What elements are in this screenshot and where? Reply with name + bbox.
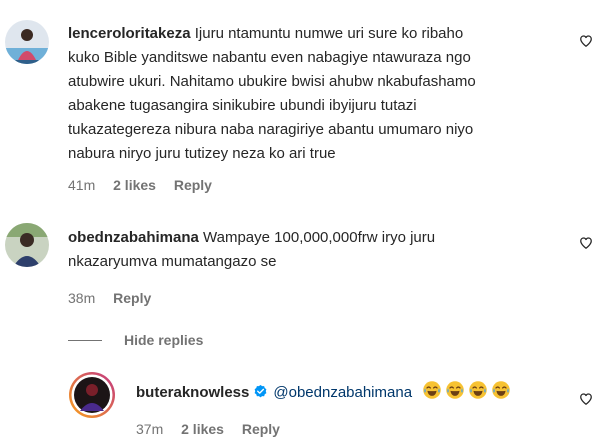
comment-1-text-line-5: tukazategereza nibura naba naragiriye ab… bbox=[68, 121, 474, 138]
hide-replies-button[interactable]: Hide replies bbox=[124, 332, 203, 348]
reply-first-line: buteraknowless @obednzabahimana bbox=[136, 380, 514, 405]
avatar-lenceroloritakeza[interactable] bbox=[5, 20, 49, 64]
reply-username[interactable]: buteraknowless bbox=[136, 384, 249, 401]
avatar-obednzabahimana[interactable] bbox=[5, 223, 49, 267]
comment-2-text-line-1: Wampaye 100,000,000frw iryo juru bbox=[203, 229, 436, 246]
reply-likes-count[interactable]: 2 likes bbox=[181, 421, 224, 437]
comment-1-timestamp[interactable]: 41m bbox=[68, 177, 95, 193]
comment-1-text-line-6: nabura niryo juru tutizey neza ko ari tr… bbox=[68, 145, 336, 162]
comment-2-text-line-2: nkazaryumva mumatangazo se bbox=[68, 253, 277, 270]
heart-outline-icon[interactable] bbox=[579, 236, 593, 250]
face-with-tears-of-joy-emoji bbox=[446, 381, 464, 399]
verified-badge-icon bbox=[255, 384, 267, 398]
avatar-buteraknowless[interactable] bbox=[68, 371, 116, 419]
face-with-tears-of-joy-emoji bbox=[492, 381, 510, 399]
comment-1-text-line-1: Ijuru ntamuntu numwe uri sure ko ribaho bbox=[194, 25, 464, 42]
reply-reply-button[interactable]: Reply bbox=[242, 421, 280, 437]
comment-2-meta: 38m Reply bbox=[68, 290, 165, 306]
reply-timestamp[interactable]: 37m bbox=[136, 421, 163, 437]
comment-1-reply-button[interactable]: Reply bbox=[174, 177, 212, 193]
comment-1-text-line-2: kuko Bible yanditswe nabantu even nabagi… bbox=[68, 49, 471, 66]
face-with-tears-of-joy-emoji bbox=[423, 381, 441, 399]
comment-2-first-line: obednzabahimana Wampaye 100,000,000frw i… bbox=[68, 226, 435, 250]
comment-1-likes-count[interactable]: 2 likes bbox=[113, 177, 156, 193]
hide-replies-divider bbox=[68, 340, 102, 341]
comment-2-timestamp[interactable]: 38m bbox=[68, 290, 95, 306]
reply-mention-link[interactable]: @obednzabahimana bbox=[273, 384, 412, 401]
reply-emoji-group bbox=[422, 381, 514, 401]
comment-2-reply-button[interactable]: Reply bbox=[113, 290, 151, 306]
comment-1-first-line: lenceroloritakeza Ijuru ntamuntu numwe u… bbox=[68, 22, 463, 46]
comment-1-text-line-3: atubwire ukuri. Nahitamo ubukire bwisi a… bbox=[68, 73, 476, 90]
comment-1-meta: 41m 2 likes Reply bbox=[68, 177, 226, 193]
comment-1-text-line-4: abakene tugasangira sinikubire ubundi ib… bbox=[68, 97, 417, 114]
reply-meta: 37m 2 likes Reply bbox=[136, 421, 294, 437]
comment-1-username[interactable]: lenceroloritakeza bbox=[68, 25, 191, 42]
heart-outline-icon[interactable] bbox=[579, 392, 593, 406]
comment-2-username[interactable]: obednzabahimana bbox=[68, 229, 199, 246]
heart-outline-icon[interactable] bbox=[579, 34, 593, 48]
face-with-tears-of-joy-emoji bbox=[469, 381, 487, 399]
